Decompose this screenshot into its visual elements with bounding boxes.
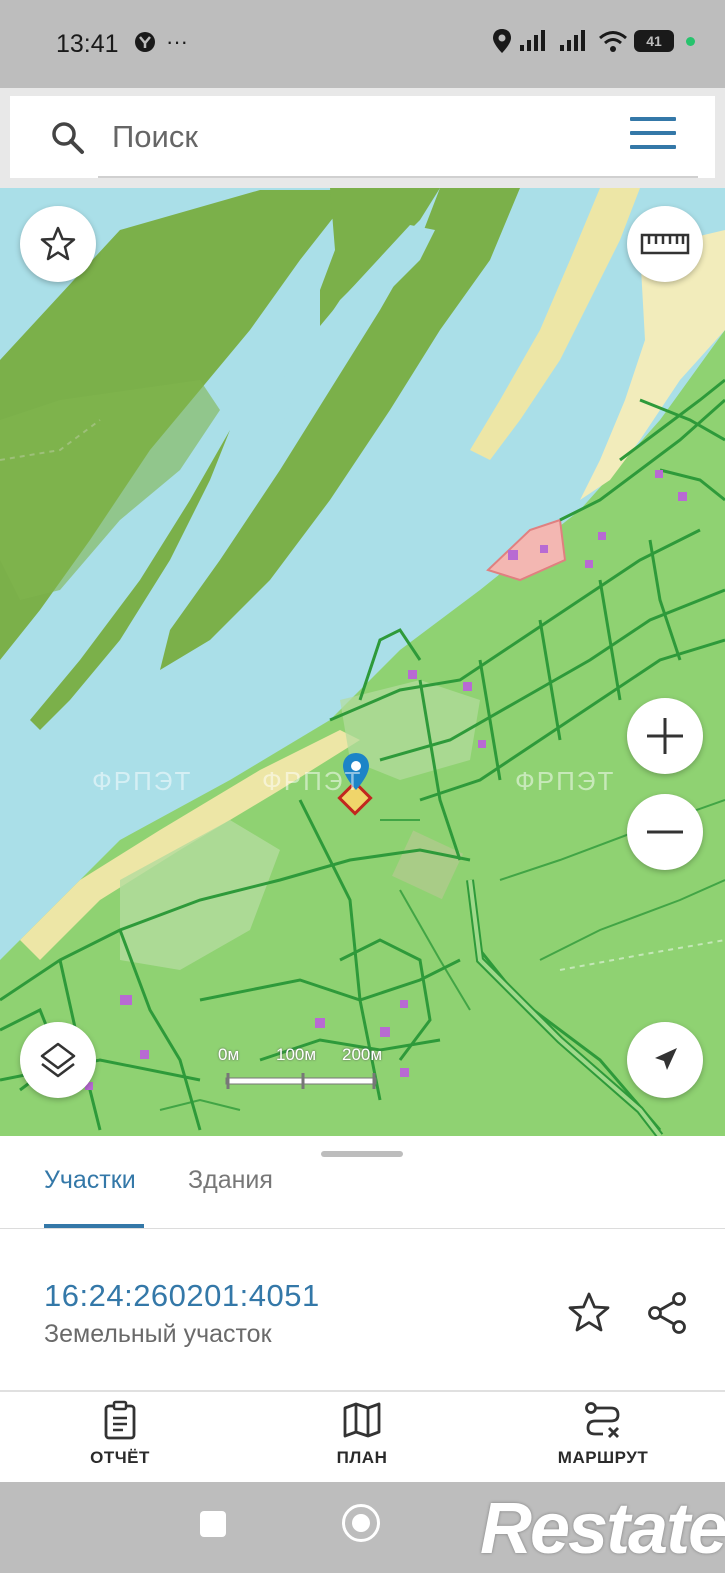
parcel-type: Земельный участок — [44, 1320, 272, 1348]
scale-label: 100м — [276, 1045, 317, 1064]
ruler-icon — [640, 233, 690, 255]
menu-line — [630, 145, 676, 149]
navigation-arrow-icon — [655, 1048, 677, 1070]
plan-label: ПЛАН — [336, 1448, 388, 1467]
star-icon — [40, 226, 76, 261]
tab-buildings[interactable]: Здания — [188, 1166, 273, 1195]
map-icon — [343, 1402, 381, 1438]
vpn-icon — [135, 32, 155, 52]
wifi-icon — [599, 31, 627, 52]
search-underline — [98, 176, 698, 178]
minus-icon — [647, 830, 683, 834]
status-time: 13:41 — [56, 30, 119, 58]
map-canvas — [0, 188, 725, 1136]
layers-icon — [40, 1042, 76, 1078]
map-watermark: ФРПЭТ — [515, 766, 616, 796]
scale-label: 0м — [218, 1045, 240, 1064]
route-label: МАРШРУТ — [557, 1448, 649, 1467]
menu-button[interactable] — [630, 117, 678, 155]
ruler-button[interactable] — [627, 206, 703, 282]
map-watermark: ФРПЭТ — [262, 766, 363, 796]
report-button[interactable]: ОТЧЁТ — [40, 1400, 200, 1480]
signal-icon-2 — [560, 30, 585, 51]
menu-line — [630, 117, 676, 121]
status-left-icons: ··· — [134, 29, 188, 55]
add-favorite-button[interactable] — [565, 1289, 613, 1337]
restate-logo: Restate — [480, 1489, 725, 1569]
scale-labels: 0м 100м 200м — [210, 1045, 383, 1069]
my-location-button[interactable] — [627, 1022, 703, 1098]
recent-apps-button[interactable] — [200, 1511, 226, 1537]
zoom-out-button[interactable] — [627, 794, 703, 870]
status-more: ··· — [166, 29, 188, 54]
zoom-in-button[interactable] — [627, 698, 703, 774]
location-icon — [493, 29, 511, 53]
search-icon[interactable] — [50, 120, 86, 156]
cadastral-map[interactable]: ФРПЭТ ФРПЭТ ФРПЭТ — [0, 188, 725, 1136]
home-button[interactable] — [342, 1504, 380, 1542]
favorites-button[interactable] — [20, 206, 96, 282]
route-button[interactable]: МАРШРУТ — [523, 1400, 683, 1480]
layers-button[interactable] — [20, 1022, 96, 1098]
route-icon — [585, 1402, 620, 1438]
tab-parcels[interactable]: Участки — [44, 1166, 136, 1195]
signal-icon — [520, 30, 545, 51]
status-bar: 13:41 ··· 41 — [0, 0, 725, 88]
parcel-cadastral-number[interactable]: 16:24:260201:4051 — [44, 1278, 320, 1314]
plus-icon — [647, 718, 683, 754]
tabs-divider — [0, 1228, 725, 1229]
notification-dot — [686, 36, 695, 46]
drag-handle[interactable] — [321, 1151, 403, 1157]
report-icon — [104, 1400, 136, 1440]
battery-icon: 41 — [634, 30, 674, 52]
scale-label: 200м — [342, 1045, 383, 1064]
menu-line — [630, 131, 676, 135]
share-button[interactable] — [643, 1289, 691, 1337]
map-watermark: ФРПЭТ — [92, 766, 193, 796]
sheet-divider — [0, 1390, 725, 1392]
scale-line — [225, 1073, 377, 1089]
scale-bar: 0м 100м 200м — [210, 1045, 383, 1095]
plan-button[interactable]: ПЛАН — [282, 1400, 442, 1480]
share-icon — [648, 1292, 686, 1334]
status-right-icons: 41 — [492, 28, 695, 54]
search-input[interactable]: Поиск — [112, 119, 198, 155]
star-icon — [568, 1292, 610, 1332]
report-label: ОТЧЁТ — [90, 1448, 150, 1467]
